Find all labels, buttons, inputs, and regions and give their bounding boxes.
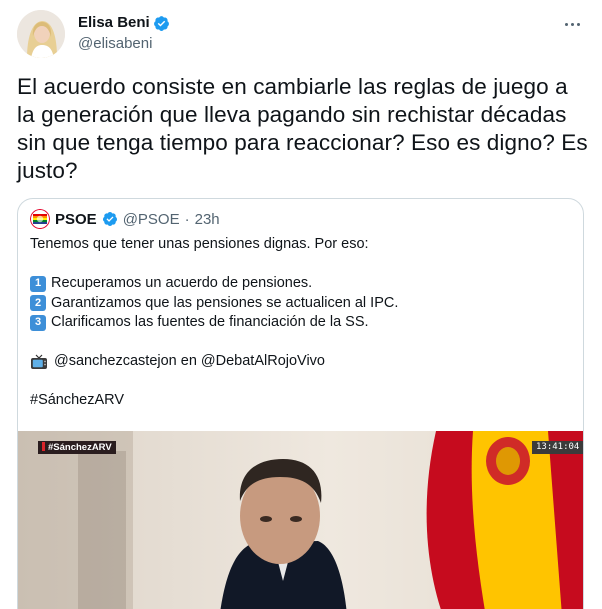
quoted-author-handle[interactable]: @PSOE (123, 211, 180, 228)
dot (570, 22, 574, 26)
quoted-author-name[interactable]: PSOE (55, 211, 97, 228)
red-bar-icon (42, 442, 45, 451)
psoe-logo-icon (30, 209, 50, 229)
tweet-text: El acuerdo consiste en cambiarle las reg… (17, 74, 588, 183)
author-row: Elisa Beni @elisabeni (17, 10, 585, 58)
quote-intro-text: Tenemos que tener unas pensiones dignas.… (30, 236, 369, 252)
more-horizontal-icon[interactable] (559, 14, 585, 34)
dot (576, 22, 580, 26)
quote-tv-text[interactable]: @sanchezcastejon en @DebatAlRojoVivo (54, 352, 325, 372)
verified-badge-icon (153, 15, 169, 31)
quoted-tweet-time[interactable]: 23h (195, 211, 220, 228)
quote-hashtag-line: #SánchezARV (30, 391, 570, 411)
quote-item-text: Garantizamos que las pensiones se actual… (51, 294, 399, 311)
quote-hashtag[interactable]: #SánchezARV (30, 391, 124, 411)
tweet: Elisa Beni @elisabeni El acuerdo consist… (0, 0, 602, 609)
author-display-name[interactable]: Elisa Beni (78, 13, 170, 33)
quote-item-text: Clarificamos las fuentes de financiación… (51, 314, 369, 330)
video-hashtag-overlay: #SánchezARV (38, 441, 116, 454)
video-hashtag-text: #SánchezARV (48, 442, 112, 453)
quote-list-item: 1 Recuperamos un acuerdo de pensiones. (30, 274, 570, 294)
quote-list-item: 3 Clarificamos las fuentes de financiaci… (30, 313, 570, 333)
quote-intro: Tenemos que tener unas pensiones dignas.… (30, 235, 570, 255)
video-frame-image (18, 431, 583, 609)
keycap-3-icon: 3 (30, 314, 46, 331)
keycap-1-icon: 1 (30, 275, 46, 292)
avatar-photo-icon (17, 10, 65, 58)
dot (564, 22, 568, 26)
verified-badge-icon (102, 212, 117, 226)
author-handle[interactable]: @elisabeni (78, 34, 170, 54)
quote-list-item: 2 Garantizamos que las pensiones se actu… (30, 294, 570, 314)
quoted-video[interactable]: #SánchezARV 13:41:04 (18, 431, 583, 609)
quoted-tweet-text: Tenemos que tener unas pensiones dignas.… (30, 235, 570, 411)
quote-item-text: Recuperamos un acuerdo de pensiones. (51, 275, 313, 291)
television-icon (31, 354, 47, 369)
author-avatar[interactable] (17, 10, 65, 58)
video-timestamp-overlay: 13:41:04 (532, 441, 583, 454)
separator-dot: · (184, 210, 190, 228)
quoted-tweet-header: PSOE @PSOE · 23h (30, 209, 220, 229)
author-names: Elisa Beni @elisabeni (78, 13, 170, 54)
quoted-author-avatar[interactable] (30, 209, 50, 229)
quoted-tweet-card[interactable]: PSOE @PSOE · 23h Tenemos que tener unas … (17, 198, 584, 609)
quote-tv-line: @sanchezcastejon en @DebatAlRojoVivo (30, 352, 570, 372)
author-display-name-text: Elisa Beni (78, 14, 150, 31)
keycap-2-icon: 2 (30, 295, 46, 312)
